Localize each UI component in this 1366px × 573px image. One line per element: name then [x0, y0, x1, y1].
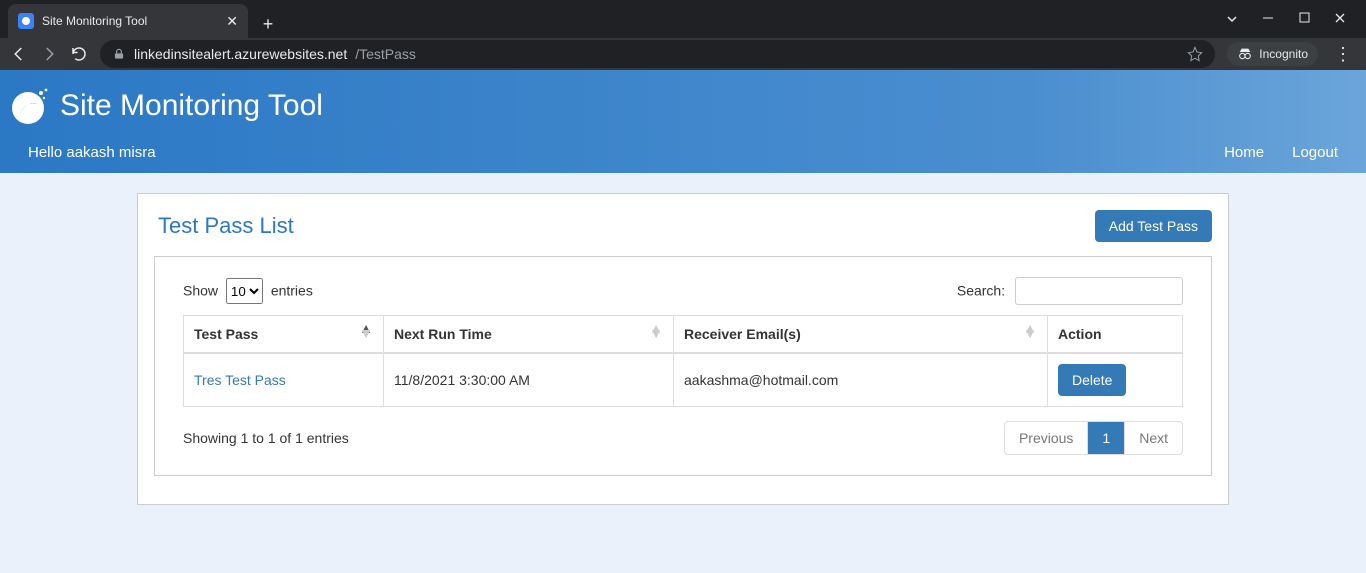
sort-icon: ▲▼	[649, 326, 663, 336]
forward-icon[interactable]	[40, 45, 58, 63]
test-pass-link[interactable]: Tres Test Pass	[194, 372, 286, 388]
favicon	[18, 13, 34, 29]
star-icon[interactable]	[1187, 46, 1203, 62]
url-path: /TestPass	[355, 46, 416, 62]
new-tab-button[interactable]: +	[254, 10, 282, 38]
table-row: Tres Test Pass 11/8/2021 3:30:00 AM aaka…	[184, 353, 1183, 407]
col-next-run[interactable]: Next Run Time▲▼	[384, 316, 674, 354]
incognito-label: Incognito	[1259, 47, 1308, 61]
minimize-icon[interactable]	[1258, 12, 1278, 26]
search-control: Search:	[957, 277, 1183, 305]
greeting-text: Hello aakash misra	[28, 144, 156, 161]
incognito-icon	[1237, 46, 1253, 62]
close-tab-icon[interactable]: ✕	[226, 14, 238, 28]
window-controls	[1222, 12, 1358, 26]
length-suffix: entries	[271, 283, 313, 299]
add-test-pass-button[interactable]: Add Test Pass	[1095, 210, 1212, 242]
pager-page-1[interactable]: 1	[1087, 422, 1124, 454]
tab-title: Site Monitoring Tool	[42, 14, 218, 28]
browser-tab[interactable]: Site Monitoring Tool ✕	[8, 4, 248, 38]
maximize-icon[interactable]	[1294, 12, 1314, 26]
app-header: Site Monitoring Tool Hello aakash misra …	[0, 70, 1366, 173]
cell-next-run: 11/8/2021 3:30:00 AM	[384, 353, 674, 407]
back-icon[interactable]	[10, 45, 28, 63]
menu-icon[interactable]: ⋮	[1330, 44, 1356, 65]
table-info: Showing 1 to 1 of 1 entries	[183, 430, 349, 446]
panel: Test Pass List Add Test Pass Show 10 ent…	[137, 193, 1229, 505]
url-host: linkedinsitealert.azurewebsites.net	[134, 46, 347, 62]
delete-button[interactable]: Delete	[1058, 364, 1126, 396]
address-bar[interactable]: linkedinsitealert.azurewebsites.net/Test…	[100, 40, 1215, 68]
sort-icon: ▲▼	[359, 326, 373, 336]
pagination: Previous 1 Next	[1004, 421, 1183, 455]
page-body: Test Pass List Add Test Pass Show 10 ent…	[0, 173, 1366, 573]
navbar: Hello aakash misra Home Logout	[0, 136, 1366, 173]
data-table-wrapper: Show 10 entries Search: Test Pass▲▼ Next…	[154, 256, 1212, 476]
page-title: Test Pass List	[158, 213, 294, 239]
length-select[interactable]: 10	[226, 278, 263, 304]
nav-logout[interactable]: Logout	[1292, 144, 1338, 161]
logo-icon	[6, 84, 50, 128]
app-title: Site Monitoring Tool	[60, 89, 323, 123]
search-label: Search:	[957, 283, 1005, 299]
col-test-pass[interactable]: Test Pass▲▼	[184, 316, 384, 354]
app-brand[interactable]: Site Monitoring Tool	[0, 84, 1366, 136]
lock-icon	[112, 47, 126, 61]
pager-previous[interactable]: Previous	[1005, 422, 1087, 454]
close-window-icon[interactable]	[1330, 12, 1350, 26]
cell-receiver: aakashma@hotmail.com	[674, 353, 1048, 407]
chevron-down-icon[interactable]	[1222, 12, 1242, 26]
pager-next[interactable]: Next	[1124, 422, 1182, 454]
incognito-badge[interactable]: Incognito	[1227, 42, 1318, 66]
col-action: Action	[1048, 316, 1183, 354]
browser-tab-strip: Site Monitoring Tool ✕ +	[0, 0, 1366, 38]
col-receiver[interactable]: Receiver Email(s)▲▼	[674, 316, 1048, 354]
search-input[interactable]	[1015, 277, 1183, 305]
length-prefix: Show	[183, 283, 218, 299]
browser-toolbar: linkedinsitealert.azurewebsites.net/Test…	[0, 38, 1366, 70]
nav-home[interactable]: Home	[1224, 144, 1264, 161]
sort-icon: ▲▼	[1023, 326, 1037, 336]
length-control: Show 10 entries	[183, 278, 313, 304]
reload-icon[interactable]	[70, 45, 88, 63]
test-pass-table: Test Pass▲▼ Next Run Time▲▼ Receiver Ema…	[183, 315, 1183, 407]
